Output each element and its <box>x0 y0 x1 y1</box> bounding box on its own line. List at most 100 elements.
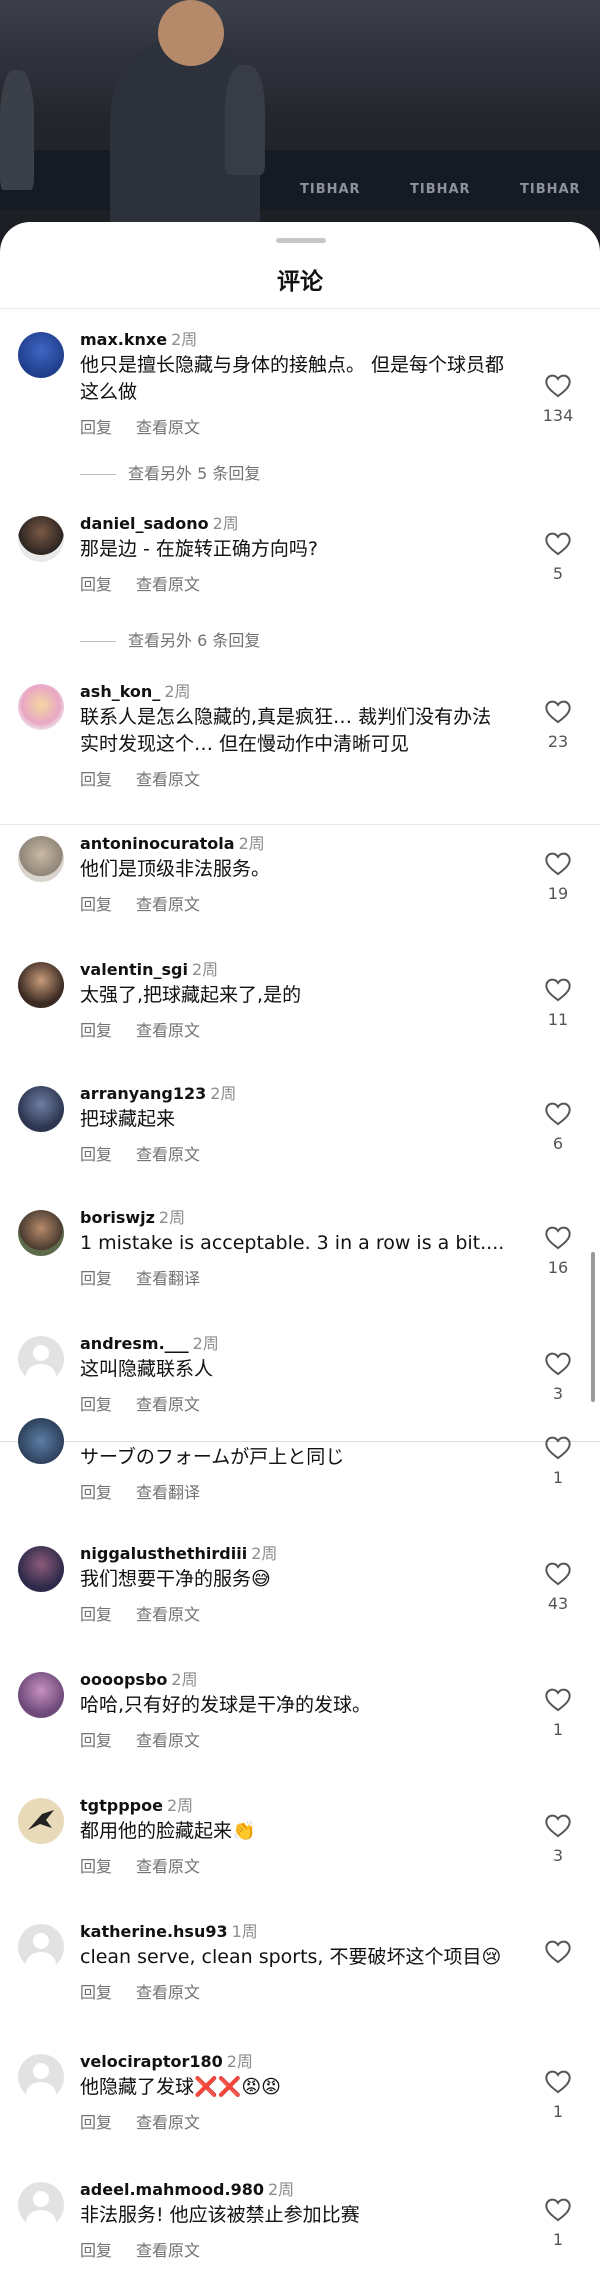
like-button[interactable]: 5 <box>536 530 580 583</box>
timestamp: 2周 <box>171 330 198 349</box>
view-original-button[interactable]: 查看原文 <box>136 770 200 789</box>
reply-button[interactable]: 回复 <box>80 1605 112 1624</box>
avatar[interactable] <box>18 2182 64 2228</box>
reply-button[interactable]: 回复 <box>80 1983 112 2002</box>
reply-button[interactable]: 回复 <box>80 2241 112 2260</box>
avatar[interactable] <box>18 2054 64 2100</box>
avatar[interactable] <box>18 1798 64 1844</box>
username[interactable]: antoninocuratola <box>80 834 235 853</box>
avatar[interactable] <box>18 1336 64 1382</box>
like-count: 3 <box>552 1384 564 1403</box>
view-original-button[interactable]: 查看原文 <box>136 1731 200 1750</box>
view-original-button[interactable]: 查看原文 <box>136 2113 200 2132</box>
like-count: 23 <box>547 732 569 751</box>
like-button[interactable]: 43 <box>536 1560 580 1613</box>
divider <box>80 641 116 642</box>
username[interactable]: andresm.___ <box>80 1334 189 1353</box>
username[interactable]: boriswjz <box>80 1208 155 1227</box>
avatar[interactable] <box>18 1086 64 1132</box>
scrollbar[interactable] <box>591 1252 595 1402</box>
avatar[interactable] <box>18 1672 64 1718</box>
timestamp: 2周 <box>191 960 219 979</box>
username[interactable]: arranyang123 <box>80 1084 206 1103</box>
view-original-button[interactable]: 查看原文 <box>136 2241 200 2260</box>
view-original-button[interactable]: 查看原文 <box>136 895 200 914</box>
username[interactable]: katherine.hsu93 <box>80 1922 228 1941</box>
like-count: 1 <box>552 2102 564 2121</box>
reply-button[interactable]: 回复 <box>80 895 112 914</box>
view-translation-button[interactable]: 查看翻译 <box>136 1269 200 1288</box>
avatar[interactable] <box>18 516 64 562</box>
timestamp: 2周 <box>210 1084 237 1103</box>
comment-text: 哈哈,只有好的发球是干净的发球。 <box>80 1694 372 1716</box>
avatar[interactable] <box>18 1924 64 1970</box>
like-button[interactable]: 1 <box>536 2068 580 2121</box>
reply-button[interactable]: 回复 <box>80 1269 112 1288</box>
view-more-replies[interactable]: 查看另外 6 条回复 <box>80 627 260 651</box>
reply-button[interactable]: 回复 <box>80 1483 112 1502</box>
like-button[interactable] <box>536 1938 580 1964</box>
reply-button[interactable]: 回复 <box>80 1145 112 1164</box>
username[interactable]: valentin_sgi <box>80 960 188 979</box>
username[interactable]: daniel_sadono <box>80 514 209 533</box>
avatar[interactable] <box>18 962 64 1008</box>
like-button[interactable]: 3 <box>536 1812 580 1865</box>
avatar[interactable] <box>18 1418 64 1464</box>
view-original-button[interactable]: 查看原文 <box>136 1857 200 1876</box>
avatar[interactable] <box>18 1546 64 1592</box>
like-button[interactable]: 19 <box>536 850 580 903</box>
like-count: 11 <box>547 1010 569 1029</box>
heart-icon <box>545 1940 571 1964</box>
view-original-button[interactable]: 查看原文 <box>136 1605 200 1624</box>
comment-text: 这叫隐藏联系人 <box>80 1358 214 1380</box>
comment-text: 他们是顶级非法服务。 <box>80 858 271 880</box>
avatar[interactable] <box>18 332 64 378</box>
reply-button[interactable]: 回复 <box>80 575 112 594</box>
reply-button[interactable]: 回复 <box>80 2113 112 2132</box>
heart-icon <box>545 1102 571 1126</box>
like-button[interactable]: 1 <box>536 1434 580 1487</box>
view-original-button[interactable]: 查看原文 <box>136 575 200 594</box>
like-button[interactable]: 134 <box>536 372 580 425</box>
view-original-button[interactable]: 查看原文 <box>136 1983 200 2002</box>
username[interactable]: ash_kon_ <box>80 682 160 701</box>
like-count: 6 <box>552 1134 564 1153</box>
comments-sheet[interactable]: 评论 max.knxe 2周 他只是擅长隐藏与身体的接触点。 但是每个球员都这么做… <box>0 222 600 2269</box>
view-original-button[interactable]: 查看原文 <box>136 1145 200 1164</box>
avatar[interactable] <box>18 1210 64 1256</box>
heart-icon <box>545 1814 571 1838</box>
like-button[interactable]: 1 <box>536 1686 580 1739</box>
view-more-replies[interactable]: 查看另外 5 条回复 <box>80 460 260 484</box>
username[interactable]: velociraptor180 <box>80 2052 223 2071</box>
view-translation-button[interactable]: 查看翻译 <box>136 1483 200 1502</box>
like-count: 1 <box>552 2230 564 2249</box>
like-button[interactable]: 6 <box>536 1100 580 1153</box>
username[interactable]: oooopsbo <box>80 1670 167 1689</box>
reply-button[interactable]: 回复 <box>80 770 112 789</box>
reply-button[interactable]: 回复 <box>80 418 112 437</box>
reply-button[interactable]: 回复 <box>80 1731 112 1750</box>
view-original-button[interactable]: 查看原文 <box>136 1395 200 1414</box>
like-button[interactable]: 3 <box>536 1350 580 1403</box>
like-button[interactable]: 11 <box>536 976 580 1029</box>
comment-text: 他隐藏了发球❌❌😡😡 <box>80 2076 281 2098</box>
like-button[interactable]: 16 <box>536 1224 580 1277</box>
reply-button[interactable]: 回复 <box>80 1395 112 1414</box>
heart-icon <box>545 374 571 398</box>
username[interactable]: niggalusthethirdiii <box>80 1544 247 1563</box>
drag-handle[interactable] <box>276 238 326 243</box>
username[interactable]: max.knxe <box>80 330 167 349</box>
like-button[interactable]: 1 <box>536 2196 580 2249</box>
avatar[interactable] <box>18 684 64 730</box>
view-original-button[interactable]: 查看原文 <box>136 1021 200 1040</box>
avatar[interactable] <box>18 836 64 882</box>
timestamp: 1周 <box>231 1922 258 1941</box>
username[interactable]: adeel.mahmood.980 <box>80 2180 264 2199</box>
reply-button[interactable]: 回复 <box>80 1021 112 1040</box>
like-button[interactable]: 23 <box>536 698 580 751</box>
reply-button[interactable]: 回复 <box>80 1857 112 1876</box>
comment-text: 把球藏起来 <box>80 1108 176 1130</box>
username[interactable]: tgtpppoe <box>80 1796 163 1815</box>
view-original-button[interactable]: 查看原文 <box>136 418 200 437</box>
view-more-replies-label: 查看另外 6 条回复 <box>128 631 261 650</box>
